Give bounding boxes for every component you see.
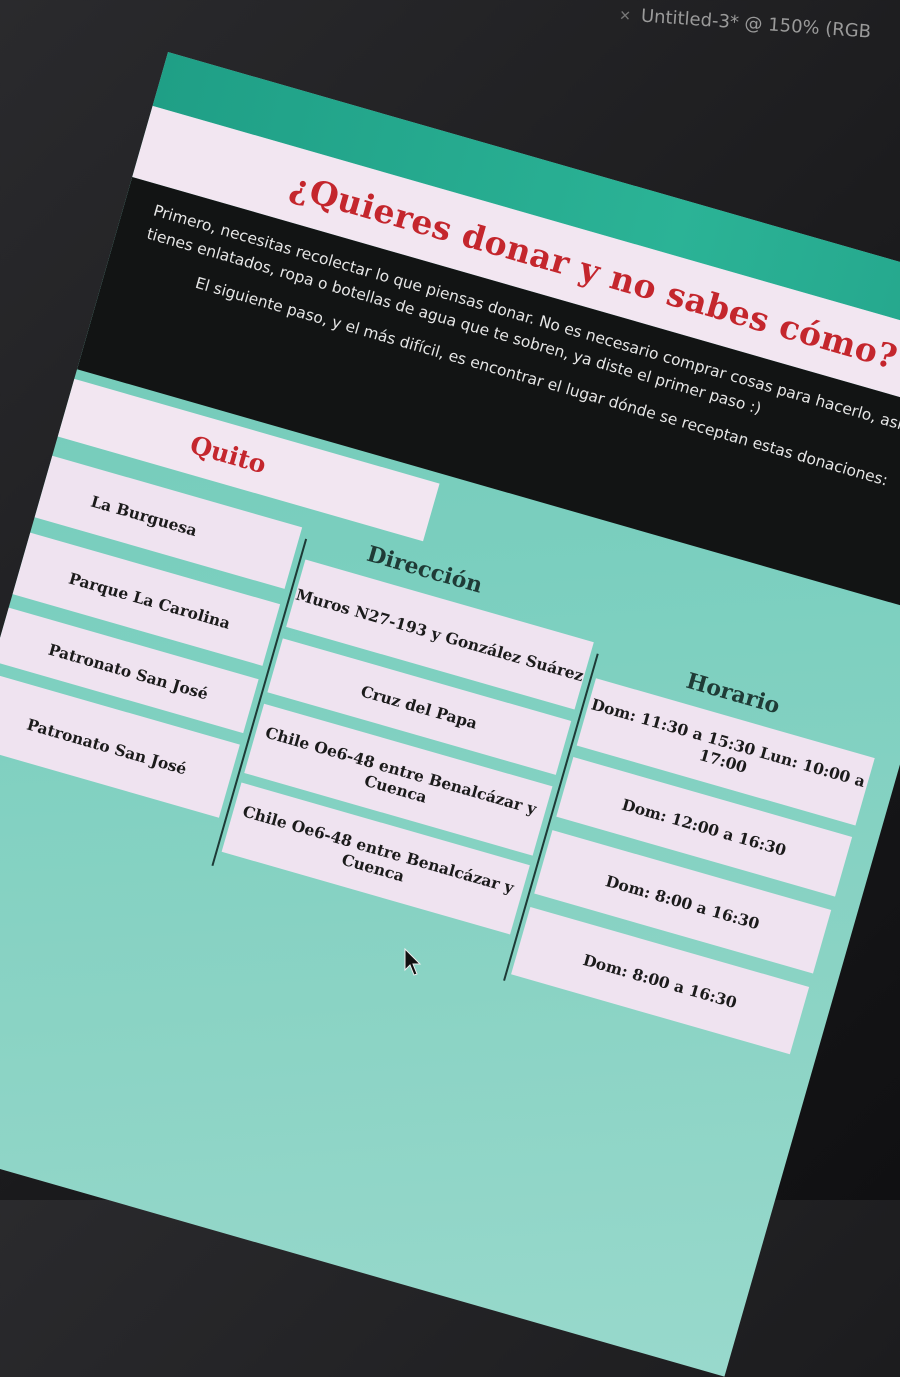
design-canvas[interactable]: ¿Quieres donar y no sabes cómo? Primero,… — [0, 52, 900, 1377]
arrow-cursor-icon — [404, 948, 422, 976]
document-tab-title[interactable]: ✕ Untitled-3* @ 150% (RGB — [619, 4, 872, 43]
document-tab-label: Untitled-3* @ 150% (RGB — [640, 5, 872, 43]
close-icon[interactable]: ✕ — [619, 8, 632, 25]
